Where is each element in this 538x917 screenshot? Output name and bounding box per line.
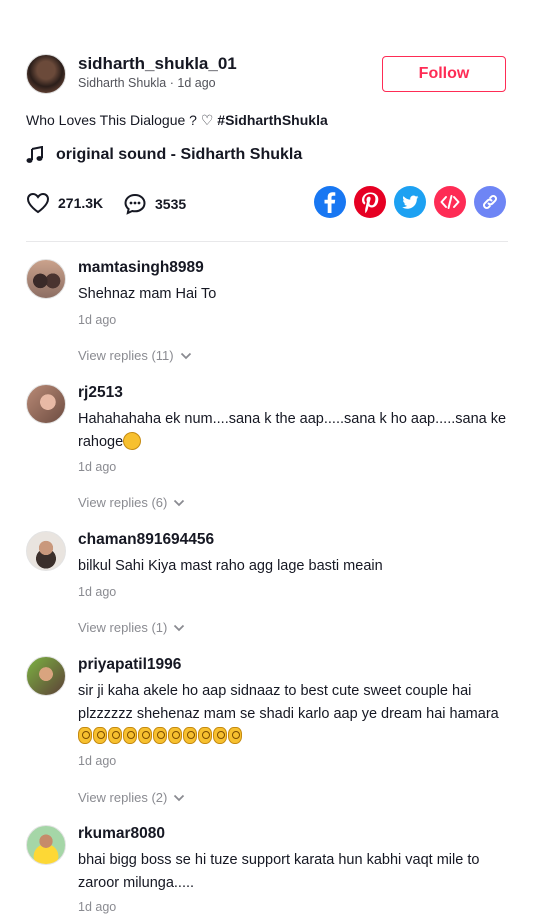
view-replies-label: View replies (6): [78, 495, 168, 510]
comment-text: Hahahahaha ek num....sana k the aap.....…: [78, 408, 508, 454]
comment-item: mamtasingh8989 Shehnaz mam Hai To 1d ago…: [26, 259, 508, 369]
author-display-name: Sidharth Shukla: [78, 76, 167, 90]
author-username[interactable]: sidharth_shukla_01: [78, 54, 237, 74]
view-replies-button[interactable]: View replies (1): [78, 620, 185, 635]
commenter-avatar[interactable]: [26, 384, 66, 424]
subline-separator: ·: [166, 76, 178, 90]
comment-text-content: Hahahahaha ek num....sana k the aap.....…: [78, 411, 507, 450]
commenter-username[interactable]: rj2513: [78, 384, 123, 402]
comment-time: 1d ago: [78, 585, 117, 599]
commenter-username[interactable]: rkumar8080: [78, 825, 165, 843]
link-icon: [482, 194, 498, 210]
comment-text: Shehnaz mam Hai To: [78, 286, 217, 302]
ok-hand-emoji-icon: [78, 727, 92, 744]
post-caption: Who Loves This Dialogue ? ♡ #SidharthShu…: [26, 112, 328, 129]
section-divider: [26, 241, 508, 242]
like-button[interactable]: 271.3K: [26, 192, 103, 214]
comment-text: bhai bigg boss se hi tuze support karata…: [78, 852, 480, 891]
comment-item: rj2513 Hahahahaha ek num....sana k the a…: [26, 384, 508, 514]
comment-time: 1d ago: [78, 460, 117, 474]
post-time: 1d ago: [177, 76, 216, 90]
ok-hand-emoji-icon: [213, 727, 227, 744]
ok-hand-emoji-icon: [138, 727, 152, 744]
view-replies-label: View replies (2): [78, 790, 168, 805]
comment-item: chaman891694456 bilkul Sahi Kiya mast ra…: [26, 531, 508, 641]
ok-hand-emoji-icon: [153, 727, 167, 744]
pinterest-icon: [362, 192, 379, 214]
author-subline: Sidharth Shukla · 1d ago: [78, 76, 216, 90]
commenter-avatar[interactable]: [26, 259, 66, 299]
comment-text: bilkul Sahi Kiya mast raho agg lage bast…: [78, 558, 383, 574]
share-pinterest-button[interactable]: [354, 186, 386, 218]
chevron-down-icon: [174, 624, 185, 631]
follow-button[interactable]: Follow: [382, 56, 506, 92]
view-replies-label: View replies (11): [78, 348, 174, 363]
twitter-icon: [402, 195, 419, 209]
commenter-avatar[interactable]: [26, 531, 66, 571]
ok-hand-emoji-icon: [183, 727, 197, 744]
view-replies-button[interactable]: View replies (6): [78, 495, 185, 510]
comment-item: rkumar8080 bhai bigg boss se hi tuze sup…: [26, 825, 508, 917]
comment-time: 1d ago: [78, 754, 117, 768]
comment-text-content: sir ji kaha akele ho aap sidnaaz to best…: [78, 683, 499, 722]
facebook-icon: [324, 192, 336, 213]
comment-time: 1d ago: [78, 313, 117, 327]
caption-hashtag[interactable]: #SidharthShukla: [217, 112, 327, 128]
comment-button[interactable]: 3535: [123, 192, 186, 216]
comment-time: 1d ago: [78, 900, 117, 914]
share-twitter-button[interactable]: [394, 186, 426, 218]
view-replies-button[interactable]: View replies (2): [78, 790, 185, 805]
view-replies-label: View replies (1): [78, 620, 168, 635]
ok-hand-emoji-icon: [108, 727, 122, 744]
chevron-down-icon: [174, 499, 185, 506]
caption-text: Who Loves This Dialogue ? ♡: [26, 112, 218, 128]
share-link-button[interactable]: [474, 186, 506, 218]
sound-link[interactable]: original sound - Sidharth Shukla: [26, 146, 302, 164]
comment-item: priyapatil1996 sir ji kaha akele ho aap …: [26, 656, 508, 806]
like-count: 271.3K: [58, 195, 104, 211]
commenter-avatar[interactable]: [26, 825, 66, 865]
heart-icon: [26, 192, 50, 214]
share-embed-button[interactable]: [434, 186, 466, 218]
post-header: sidharth_shukla_01 Sidharth Shukla · 1d …: [26, 54, 508, 96]
ok-hand-emoji-icon: [168, 727, 182, 744]
commenter-username[interactable]: priyapatil1996: [78, 656, 181, 674]
chevron-down-icon: [174, 794, 185, 801]
music-note-icon: [26, 146, 43, 163]
ok-hand-emoji-icon: [123, 727, 137, 744]
stats-bar: 271.3K 3535: [26, 186, 508, 220]
author-avatar[interactable]: [26, 54, 66, 94]
ok-hand-emoji-icon: [198, 727, 212, 744]
chevron-down-icon: [180, 352, 191, 359]
ok-hand-emoji-icon: [228, 727, 242, 744]
commenter-username[interactable]: mamtasingh8989: [78, 259, 204, 277]
commenter-username[interactable]: chaman891694456: [78, 531, 214, 549]
comment-text: sir ji kaha akele ho aap sidnaaz to best…: [78, 680, 508, 749]
embed-icon: [440, 195, 460, 209]
comment-count: 3535: [155, 196, 187, 212]
hug-emoji-icon: [123, 432, 142, 450]
commenter-avatar[interactable]: [26, 656, 66, 696]
share-facebook-button[interactable]: [314, 186, 346, 218]
comment-icon: [124, 193, 146, 215]
sound-title: original sound - Sidharth Shukla: [56, 146, 303, 163]
view-replies-button[interactable]: View replies (11): [78, 348, 192, 363]
ok-hand-emoji-icon: [93, 727, 107, 744]
